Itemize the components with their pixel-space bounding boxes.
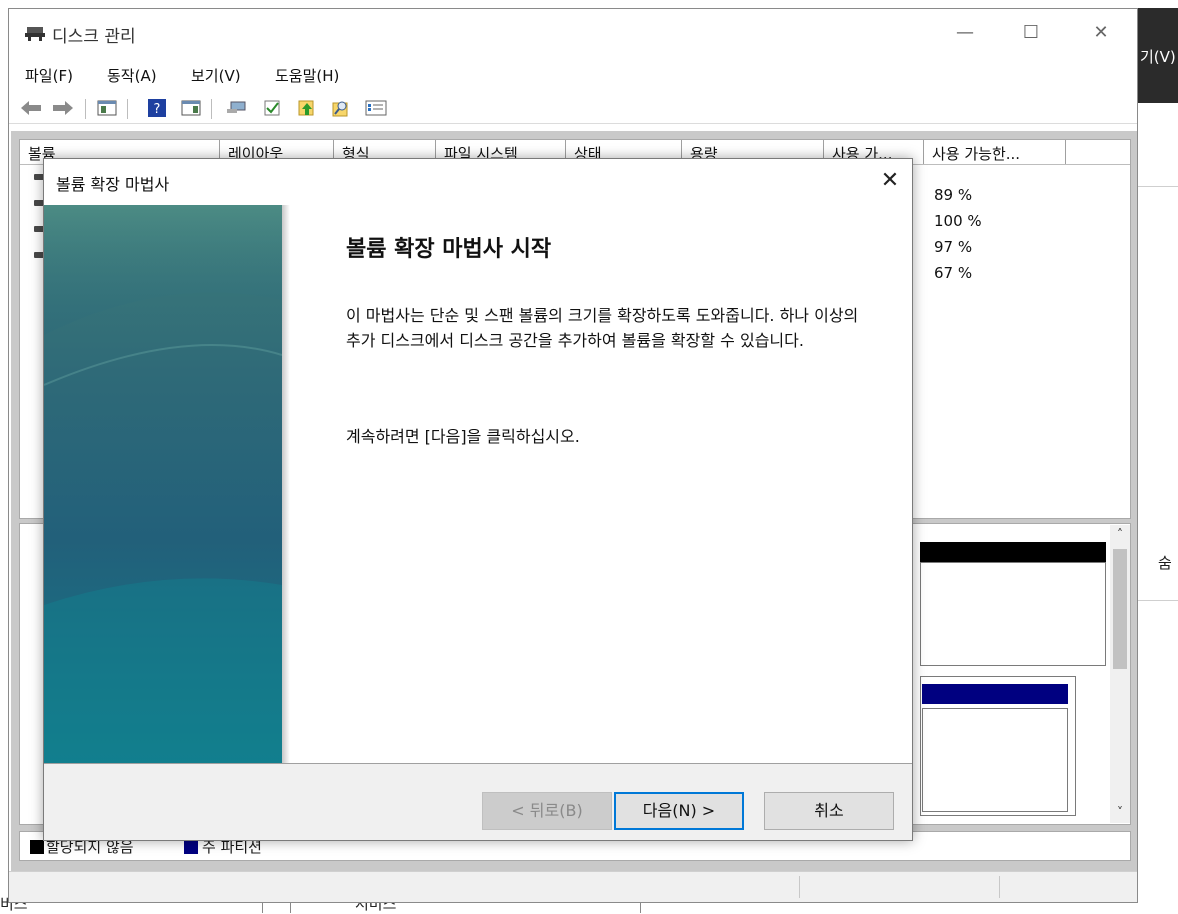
wizard-close-button[interactable]: ✕ — [872, 165, 908, 197]
close-button[interactable]: ✕ — [1075, 17, 1127, 49]
properties-icon[interactable] — [365, 99, 387, 117]
menu-view[interactable]: 보기(V) — [191, 65, 241, 86]
percent-free-cell: 97 % — [934, 238, 973, 256]
svg-text:?: ? — [154, 102, 161, 117]
scroll-up-arrow-icon[interactable]: ˄ — [1110, 527, 1130, 543]
background-divider — [1138, 600, 1178, 601]
wizard-banner-edge — [282, 205, 290, 763]
status-bar — [9, 871, 1137, 902]
primary-partition-bar — [922, 684, 1068, 704]
wizard-continue-instruction: 계속하려면 [다음]을 클릭하십시오. — [346, 427, 580, 446]
background-divider — [1138, 186, 1178, 187]
check-icon[interactable] — [263, 99, 283, 117]
primary-partition-color-swatch — [184, 840, 198, 854]
toolbar-separator — [85, 99, 86, 119]
unallocated-color-swatch — [30, 840, 44, 854]
help-icon[interactable]: ? — [147, 99, 167, 117]
column-header-percent-free[interactable]: 사용 가능한... — [924, 140, 1066, 164]
scroll-down-arrow-icon[interactable]: ˅ — [1110, 805, 1130, 821]
menu-bar: 파일(F) 동작(A) 보기(V) 도움말(H) — [9, 61, 1137, 91]
window-title: 디스크 관리 — [52, 27, 136, 47]
menu-action[interactable]: 동작(A) — [107, 65, 157, 86]
percent-free-cell: 100 % — [934, 212, 982, 230]
search-icon[interactable] — [331, 99, 351, 117]
status-separator — [799, 876, 800, 898]
menu-file[interactable]: 파일(F) — [25, 65, 73, 86]
forward-arrow-icon[interactable] — [51, 99, 75, 117]
connect-icon[interactable] — [225, 99, 249, 117]
vertical-scrollbar[interactable]: ˄ ˅ — [1110, 525, 1130, 823]
background-menu-text: 기(V) — [1140, 48, 1176, 66]
maximize-button[interactable]: ☐ — [1005, 17, 1057, 49]
cancel-button[interactable]: 취소 — [764, 792, 894, 830]
disk-management-icon — [25, 27, 45, 41]
scrollbar-thumb[interactable] — [1113, 549, 1127, 669]
unallocated-bar — [920, 542, 1106, 562]
status-separator — [999, 876, 1000, 898]
wizard-description: 이 마법사는 단순 및 스팬 볼륨의 크기를 확장하도록 도와줍니다. 하나 이… — [346, 306, 859, 350]
wizard-banner-image — [44, 205, 282, 763]
up-icon[interactable] — [297, 99, 317, 117]
wizard-title: 볼륨 확장 마법사 — [56, 175, 170, 194]
wizard-footer: < 뒤로(B) 다음(N) > 취소 — [44, 764, 912, 840]
console-tree-icon[interactable] — [97, 99, 117, 117]
wizard-heading: 볼륨 확장 마법사 시작 — [346, 237, 552, 262]
extend-volume-wizard-dialog: 볼륨 확장 마법사 ✕ 볼륨 확장 마법사 시작 이 마법사는 단순 및 스팬 … — [43, 158, 913, 841]
toolbar-separator — [211, 99, 212, 119]
next-button[interactable]: 다음(N) > — [614, 792, 744, 830]
background-text: 숨 — [1158, 554, 1172, 572]
menu-help[interactable]: 도움말(H) — [275, 65, 339, 86]
action-pane-icon[interactable] — [181, 99, 201, 117]
disk-partition-box[interactable] — [922, 708, 1068, 812]
percent-free-cell: 89 % — [934, 186, 973, 204]
title-bar[interactable]: 디스크 관리 — ☐ ✕ — [9, 9, 1137, 55]
wizard-banner-art — [44, 205, 282, 763]
back-arrow-icon[interactable] — [19, 99, 43, 117]
toolbar-separator — [127, 99, 128, 119]
disk-partition-box[interactable] — [920, 562, 1106, 666]
toolbar: ? — [9, 93, 1137, 124]
minimize-button[interactable]: — — [939, 17, 991, 49]
back-button[interactable]: < 뒤로(B) — [482, 792, 612, 830]
percent-free-cell: 67 % — [934, 264, 973, 282]
